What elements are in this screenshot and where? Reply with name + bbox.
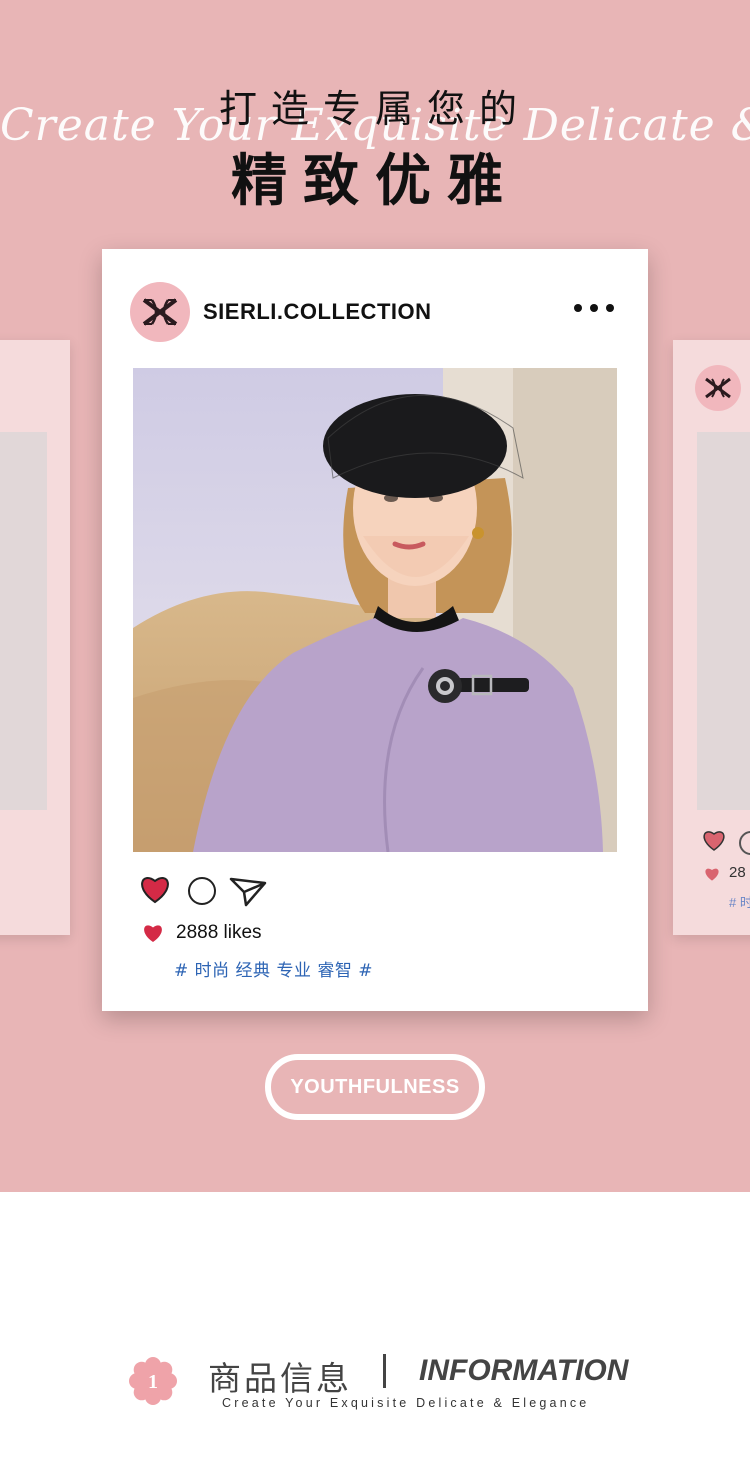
brand-logo-icon[interactable] xyxy=(130,282,190,342)
heart-icon[interactable] xyxy=(138,873,172,905)
side-photo-placeholder xyxy=(697,432,750,810)
info-subtitle: Create Your Exquisite Delicate & Eleganc… xyxy=(222,1396,590,1410)
heart-outline-icon[interactable] xyxy=(701,828,727,852)
comment-icon[interactable] xyxy=(739,831,750,855)
post-photo xyxy=(133,368,617,852)
hashtags[interactable]: # 时尚 经典 专业 睿智 # xyxy=(174,956,373,981)
side-card-left xyxy=(0,340,70,935)
brand-logo-icon xyxy=(695,365,741,411)
more-horizontal-icon[interactable] xyxy=(572,293,616,323)
post-card: SIERLI.COLLECTION 2888 likes # 时尚 经典 专业 … xyxy=(102,249,648,1011)
divider xyxy=(383,1354,386,1388)
comment-icon[interactable] xyxy=(188,877,216,905)
title-line-1: 打造专属您的 xyxy=(218,87,531,131)
side-photo-placeholder xyxy=(0,432,47,810)
side-card-right: 28 # 时 xyxy=(673,340,750,935)
side-hashtags: # 时 xyxy=(729,895,750,910)
info-section-header: 1 商品信息 INFORMATION Create Your Exquisite… xyxy=(0,1340,750,1420)
youthfulness-badge: YOUTHFULNESS xyxy=(265,1054,485,1120)
account-name[interactable]: SIERLI.COLLECTION xyxy=(203,299,432,325)
flower-number-icon: 1 xyxy=(129,1357,177,1405)
likes-heart-icon xyxy=(705,868,719,881)
info-title-en: INFORMATION xyxy=(419,1354,629,1387)
likes-count: 2888 likes xyxy=(176,922,262,943)
info-title-cn: 商品信息 xyxy=(208,1359,352,1398)
hero-section: Create Your Exquisite Delicate & Eleganc… xyxy=(0,0,750,1192)
flower-number: 1 xyxy=(148,1371,158,1393)
send-icon[interactable] xyxy=(228,875,268,907)
likes-heart-icon xyxy=(144,925,162,942)
side-likes-text: 28 xyxy=(729,864,746,881)
title-line-2: 精致优雅 xyxy=(231,149,519,214)
